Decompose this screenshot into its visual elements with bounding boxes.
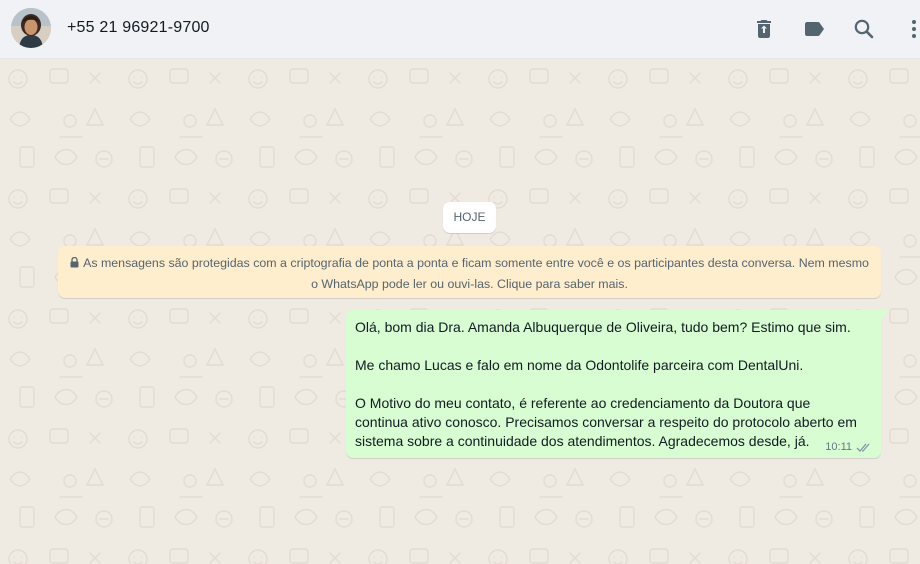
avatar[interactable] bbox=[11, 8, 51, 48]
chat-header: +55 21 96921-9700 bbox=[0, 0, 920, 59]
search-icon[interactable] bbox=[852, 17, 876, 41]
message-time: 10:11 bbox=[825, 441, 852, 453]
encryption-notice-line1: As mensagens são protegidas com a cripto… bbox=[83, 256, 869, 270]
outgoing-message[interactable]: Olá, bom dia Dra. Amanda Albuquerque de … bbox=[346, 310, 889, 458]
contact-name[interactable]: +55 21 96921-9700 bbox=[67, 19, 210, 37]
encryption-notice-line2: o WhatsApp pode ler ou ouvi-las. Clique … bbox=[311, 277, 628, 291]
message-meta: 10:11 bbox=[825, 441, 872, 453]
encryption-notice[interactable]: As mensagens são protegidas com a cripto… bbox=[58, 246, 881, 298]
message-paragraph: Me chamo Lucas e falo em nome da Odontol… bbox=[355, 357, 804, 373]
date-divider: HOJE bbox=[443, 202, 496, 233]
read-ticks-icon bbox=[856, 442, 872, 453]
delete-icon[interactable] bbox=[752, 17, 776, 41]
bubble-tail bbox=[881, 310, 889, 320]
message-paragraph: Olá, bom dia Dra. Amanda Albuquerque de … bbox=[355, 319, 851, 335]
more-options-icon[interactable] bbox=[902, 17, 920, 41]
lock-icon bbox=[70, 257, 79, 268]
whatsapp-window: +55 21 96921-9700 HOJE As mensagens são … bbox=[0, 0, 920, 564]
message-paragraph: O Motivo do meu contato, é referente ao … bbox=[355, 395, 857, 449]
avatar-photo bbox=[11, 8, 51, 48]
label-icon[interactable] bbox=[802, 17, 826, 41]
message-list[interactable]: HOJE As mensagens são protegidas com a c… bbox=[0, 59, 920, 564]
message-text: Olá, bom dia Dra. Amanda Albuquerque de … bbox=[355, 318, 871, 451]
